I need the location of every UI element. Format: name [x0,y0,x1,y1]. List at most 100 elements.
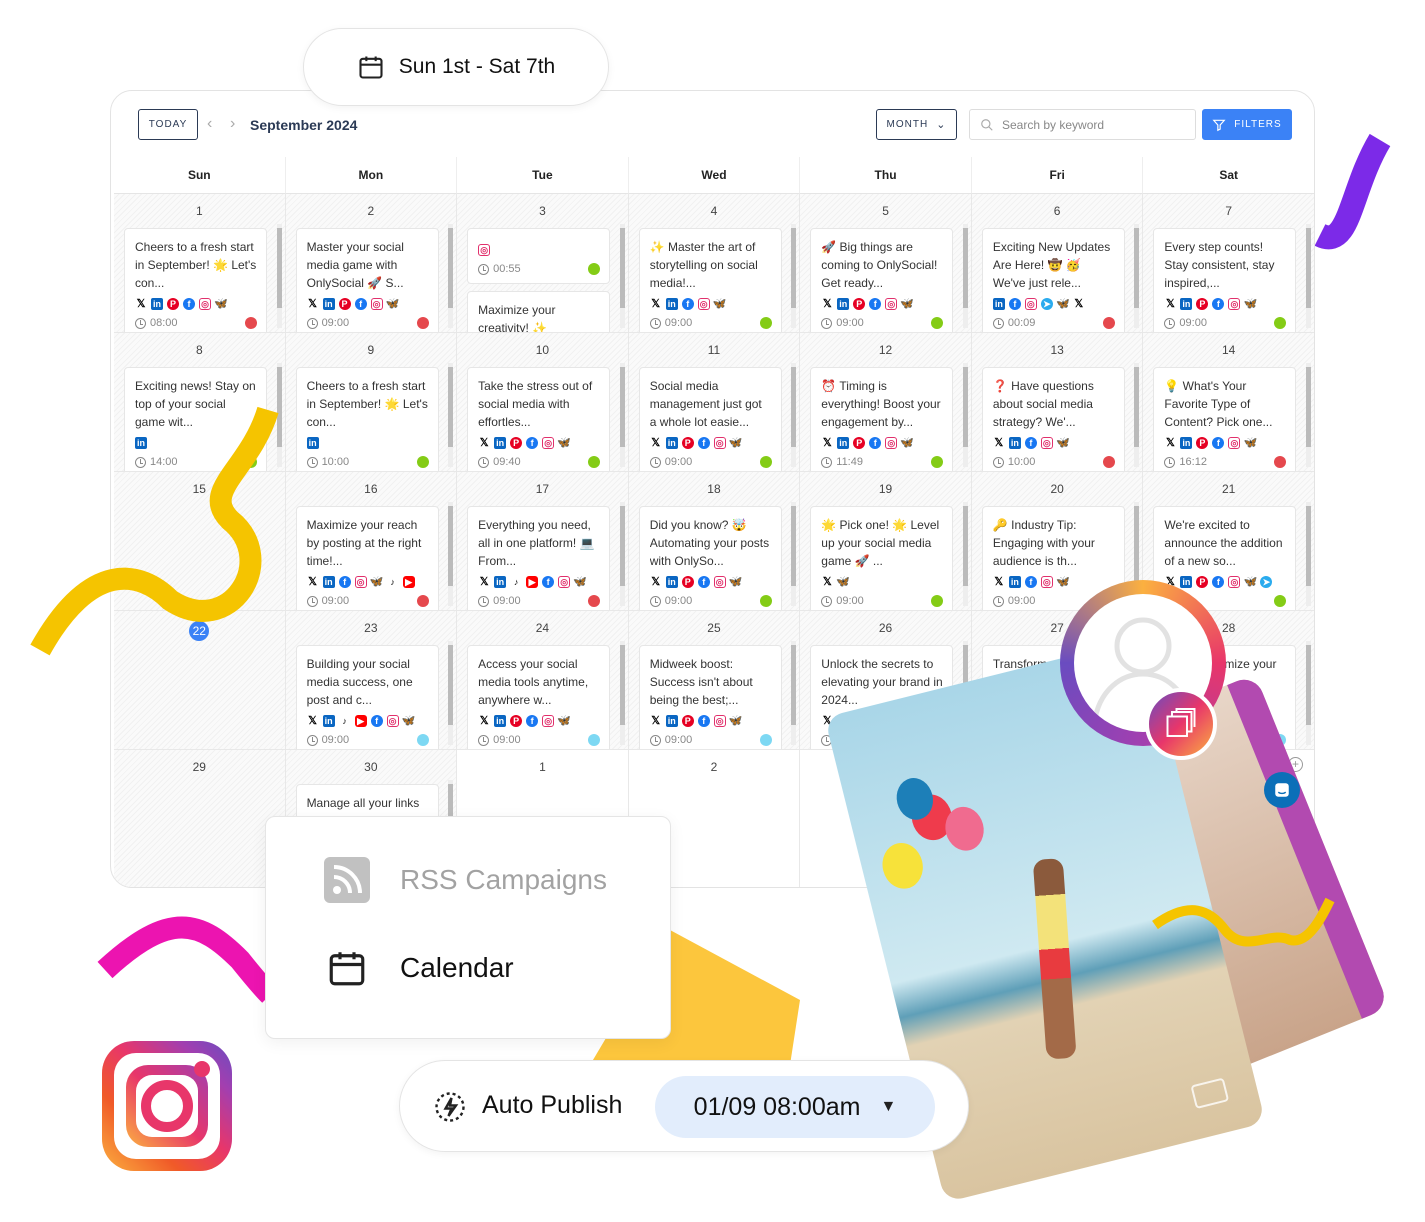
post-card[interactable]: Cheers to a fresh start in September! 🌟 … [124,228,267,332]
post-card[interactable]: Take the stress out of social media with… [467,367,611,471]
linkedin-icon: in [837,298,850,310]
scrollbar[interactable] [791,502,797,606]
person [1032,858,1077,1060]
status-dot [1274,317,1287,329]
pinterest-icon: P [853,298,866,310]
day-cell[interactable]: 18 Did you know? 🤯 Automating your posts … [628,472,801,611]
scrollbar[interactable] [1305,224,1311,328]
today-button[interactable]: TODAY [138,109,198,140]
scrollbar[interactable] [962,502,968,606]
day-cell[interactable]: 11 Social media management just got a who… [628,333,801,472]
status-dot [245,456,257,468]
menu-item-rss-campaigns[interactable]: RSS Campaigns [324,857,607,903]
scrollbar[interactable] [619,224,625,328]
clock-icon [306,595,318,607]
scrollbar[interactable] [1305,502,1311,606]
day-cell[interactable]: 19 🌟 Pick one! 🌟 Level up your social med… [800,472,972,611]
post-card[interactable]: ⏰ Timing is everything! Boost your engag… [810,367,954,471]
scrollbar[interactable] [791,363,797,467]
post-time: 00:55 [478,261,601,277]
post-card[interactable]: Social media management just got a whole… [638,367,782,471]
day-cell[interactable]: 17 Everything you need, all in one platfo… [457,472,629,611]
day-cell[interactable]: 25 Midweek boost: Success isn't about bei… [628,611,801,750]
scrollbar[interactable] [1305,363,1311,467]
day-cell[interactable]: 13 ❓ Have questions about social media st… [971,333,1144,472]
date-range-pill[interactable]: Sun 1st - Sat 7th [303,28,609,106]
scrollbar[interactable] [791,641,797,745]
menu-item-calendar[interactable]: Calendar [326,947,514,989]
post-card[interactable]: ❓ Have questions about social media stra… [981,367,1125,471]
instagram-icon: ◎ [713,437,726,449]
scrollbar[interactable] [448,502,454,606]
scrollbar[interactable] [791,224,797,328]
pinterest-icon: P [167,298,179,310]
post-card[interactable]: Access your social media tools anytime, … [467,645,611,749]
day-cell[interactable]: 29 [114,750,286,887]
day-cell[interactable]: 5 🚀 Big things are coming to OnlySocial! … [800,194,972,333]
post-card[interactable]: ✨ Master the art of storytelling on soci… [638,228,782,332]
post-card[interactable]: Cheers to a fresh start in September! 🌟 … [295,367,439,471]
time-label: 09:00 [321,317,350,329]
time-label: 11:49 [836,456,863,468]
scrollbar[interactable] [962,363,968,467]
time-label: 09:00 [493,734,521,746]
post-card[interactable]: 💡 What's Your Favorite Type of Content? … [1153,367,1297,471]
publish-datetime-select[interactable]: 01/09 08:00am ▼ [655,1076,935,1138]
day-cell[interactable]: 7 Every step counts! Stay consistent, sta… [1143,194,1314,333]
facebook-icon: f [697,715,710,727]
day-cell[interactable]: 15 [114,472,286,611]
scrollbar[interactable] [1134,224,1140,328]
post-card[interactable]: Midweek boost: Success isn't about being… [638,645,782,749]
post-card[interactable]: Master your social media game with OnlyS… [295,228,439,332]
post-time: 09:00 [649,593,772,609]
prev-month-icon[interactable]: ‹ [207,115,212,133]
instagram-icon: ◎ [1040,437,1053,449]
day-cell[interactable]: 9 Cheers to a fresh start in September! 🌟… [285,333,458,472]
post-card[interactable]: 🚀 Big things are coming to OnlySocial! G… [810,228,954,332]
scrollbar[interactable] [448,224,454,328]
x-icon: 𝕏 [1164,437,1177,449]
post-card[interactable]: Maximize your reach by posting at the ri… [295,506,439,610]
platform-icons: 𝕏in ♪ ▶ f ◎ 🦋 [478,575,600,589]
day-cell[interactable]: 2 Master your social media game with Only… [285,194,458,333]
view-select[interactable]: MONTH ⌄ [876,109,957,140]
post-card[interactable]: Everything you need, all in one platform… [467,506,611,610]
scrollbar[interactable] [448,641,454,745]
day-cell[interactable]: 4 ✨ Master the art of storytelling on soc… [628,194,801,333]
post-card[interactable]: Exciting New Updates Are Here! 🤠 🥳 We've… [981,228,1125,332]
day-cell[interactable]: 24 Access your social media tools anytime… [457,611,629,750]
scrollbar[interactable] [1305,641,1311,745]
filters-button[interactable]: FILTERS [1202,109,1292,140]
day-cell[interactable]: 12 ⏰ Timing is everything! Boost your eng… [800,333,972,472]
scrollbar[interactable] [619,502,625,606]
post-card[interactable]: Building your social media success, one … [295,645,439,749]
day-number: 6 [1053,204,1061,218]
post-card[interactable]: ◎ 00:55 [467,228,611,284]
scrollbar[interactable] [619,363,625,467]
day-cell[interactable]: 22 [114,611,286,750]
scrollbar[interactable] [962,224,968,328]
day-cell[interactable]: 3 ◎ 00:55 Maximize your creativity! ✨ [457,194,629,333]
day-cell[interactable]: 10 Take the stress out of social media wi… [457,333,629,472]
next-month-icon[interactable]: › [230,115,235,133]
day-cell[interactable]: 8 Exciting news! Stay on top of your soci… [114,333,286,472]
day-cell[interactable]: 14 💡 What's Your Favorite Type of Content… [1143,333,1314,472]
post-card[interactable]: 🌟 Pick one! 🌟 Level up your social media… [810,506,954,610]
scrollbar[interactable] [276,363,282,467]
post-card[interactable]: Maximize your creativity! ✨ [467,291,611,332]
day-cell[interactable]: 23 Building your social media success, on… [285,611,458,750]
search-input[interactable]: Search by keyword [969,109,1196,140]
chat-button[interactable] [1264,772,1300,808]
instagram-logo [102,1041,232,1171]
day-cell[interactable]: 1 Cheers to a fresh start in September! 🌟… [114,194,286,333]
x-icon: 𝕏 [1072,298,1085,310]
post-card[interactable]: Every step counts! Stay consistent, stay… [1153,228,1297,332]
scrollbar[interactable] [619,641,625,745]
post-card[interactable]: Did you know? 🤯 Automating your posts wi… [638,506,782,610]
scrollbar[interactable] [448,363,454,467]
day-cell[interactable]: 6 Exciting New Updates Are Here! 🤠 🥳 We'v… [971,194,1144,333]
post-card[interactable]: Exciting news! Stay on top of your socia… [124,367,267,471]
scrollbar[interactable] [1134,363,1140,467]
day-cell[interactable]: 16 Maximize your reach by posting at the … [285,472,458,611]
scrollbar[interactable] [276,224,282,328]
